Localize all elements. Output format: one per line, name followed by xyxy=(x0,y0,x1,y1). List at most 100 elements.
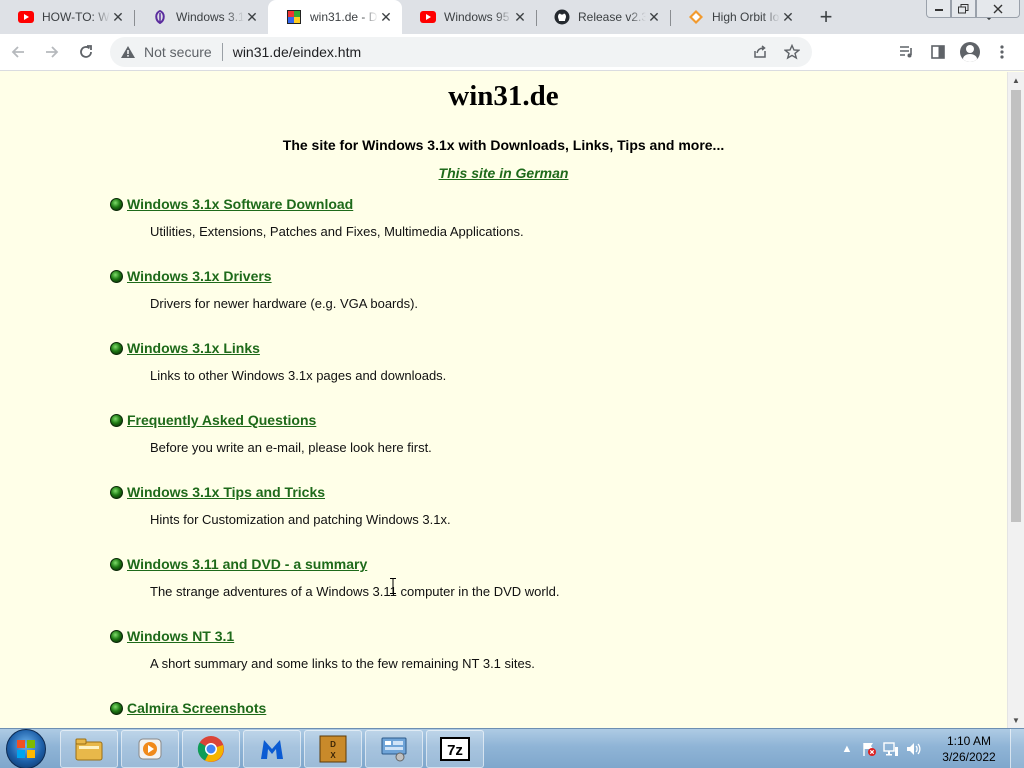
green-ball-bullet-icon xyxy=(110,485,123,499)
entry-link[interactable]: Windows 3.1x Tips and Tricks xyxy=(127,484,325,500)
tab-high-orbit[interactable]: High Orbit Io ✕ xyxy=(670,0,804,34)
list-item: Windows 3.11 and DVD - a summary The str… xyxy=(110,556,559,628)
start-button[interactable] xyxy=(6,728,46,768)
warning-triangle-icon xyxy=(121,46,135,58)
youtube-icon xyxy=(18,9,34,25)
entry-link[interactable]: Windows 3.1x Software Download xyxy=(127,196,353,212)
list-item: Windows NT 3.1 A short summary and some … xyxy=(110,628,535,700)
reload-button[interactable] xyxy=(70,36,102,68)
bookmark-star-icon[interactable] xyxy=(776,37,808,67)
scrollbar-thumb[interactable] xyxy=(1011,90,1021,522)
chrome-icon[interactable] xyxy=(182,729,240,768)
close-icon[interactable]: ✕ xyxy=(110,9,126,25)
profile-avatar-icon[interactable] xyxy=(954,36,986,68)
system-tray: ▲ 1:10 AM 3/26/2022 xyxy=(836,728,1024,768)
tray-expand-icon[interactable]: ▲ xyxy=(836,729,858,768)
omnibox-actions xyxy=(744,37,808,67)
german-site-link[interactable]: This site in German xyxy=(0,165,1007,181)
menu-kebab-icon[interactable] xyxy=(986,36,1018,68)
list-item: Windows 3.1x Drivers Drivers for newer h… xyxy=(110,268,418,340)
share-icon[interactable] xyxy=(744,37,776,67)
vertical-scrollbar[interactable]: ▲ ▼ xyxy=(1007,72,1024,728)
windows-logo-icon xyxy=(17,739,35,758)
entry-link[interactable]: Windows 3.11 and DVD - a summary xyxy=(127,556,367,572)
network-icon[interactable] xyxy=(880,729,902,768)
media-control-icon[interactable] xyxy=(890,36,922,68)
close-icon[interactable]: ✕ xyxy=(512,9,528,25)
entry-link[interactable]: Windows 3.1x Links xyxy=(127,340,260,356)
close-icon[interactable]: ✕ xyxy=(378,9,394,25)
list-item: Windows 3.1x Software Download Utilities… xyxy=(110,196,524,268)
green-ball-bullet-icon xyxy=(110,341,123,355)
tab-title: Windows 3.1 xyxy=(176,10,244,24)
tab-release[interactable]: Release v2.3 ✕ xyxy=(536,0,670,34)
tab-windows31[interactable]: Windows 3.1 ✕ xyxy=(134,0,268,34)
close-icon[interactable]: ✕ xyxy=(646,9,662,25)
dosbox-icon[interactable]: DX xyxy=(304,729,362,768)
side-panel-icon[interactable] xyxy=(922,36,954,68)
entry-description: The strange adventures of a Windows 3.11… xyxy=(150,584,560,599)
arrow-left-icon xyxy=(11,46,24,58)
tab-title: Windows 95 xyxy=(444,10,510,24)
control-panel-icon[interactable] xyxy=(365,729,423,768)
entry-link[interactable]: Windows NT 3.1 xyxy=(127,628,234,644)
youtube-icon xyxy=(420,9,436,25)
clock-time: 1:10 AM xyxy=(946,733,992,748)
malwarebytes-icon[interactable] xyxy=(243,729,301,768)
green-ball-bullet-icon xyxy=(110,701,123,715)
window-controls xyxy=(926,0,1020,18)
green-ball-bullet-icon xyxy=(110,269,123,283)
tab-title: Release v2.3 xyxy=(578,10,646,24)
tab-title: HOW-TO: W xyxy=(42,10,110,24)
list-item: Windows 3.1x Tips and Tricks Hints for C… xyxy=(110,484,451,556)
taskbar: DX 7z ▲ 1:10 AM 3/26/2022 xyxy=(0,728,1024,768)
tab-howto[interactable]: HOW-TO: W ✕ xyxy=(0,0,134,34)
scroll-up-icon[interactable]: ▲ xyxy=(1008,72,1024,88)
entry-description: Drivers for newer hardware (e.g. VGA boa… xyxy=(150,296,419,311)
page-title: win31.de xyxy=(448,80,559,112)
svg-text:X: X xyxy=(330,751,336,760)
win31-flag-icon xyxy=(286,9,302,25)
new-tab-button[interactable]: + xyxy=(808,0,844,34)
list-item: Calmira Screenshots xyxy=(110,700,367,728)
file-explorer-icon[interactable] xyxy=(60,729,118,768)
url-text[interactable]: win31.de/eindex.htm xyxy=(233,44,361,60)
list-item: Windows 3.1x Links Links to other Window… xyxy=(110,340,446,412)
tab-windows95[interactable]: Windows 95 ✕ xyxy=(402,0,536,34)
action-center-flag-icon[interactable] xyxy=(858,729,880,768)
restore-button[interactable] xyxy=(951,0,976,18)
show-desktop-button[interactable] xyxy=(1010,728,1024,768)
security-chip[interactable]: Not secure xyxy=(120,44,212,60)
divider xyxy=(221,43,223,61)
7zip-icon[interactable]: 7z xyxy=(426,729,484,768)
feather-icon xyxy=(152,9,168,25)
scroll-down-icon[interactable]: ▼ xyxy=(1008,712,1024,728)
close-window-button[interactable] xyxy=(976,0,1020,18)
media-player-icon[interactable] xyxy=(121,729,179,768)
address-bar[interactable]: Not secure win31.de/eindex.htm xyxy=(110,37,812,67)
green-ball-bullet-icon xyxy=(110,629,123,643)
close-icon[interactable]: ✕ xyxy=(780,9,796,25)
back-button[interactable] xyxy=(2,36,34,68)
diamond-icon xyxy=(688,9,704,25)
system-clock[interactable]: 1:10 AM 3/26/2022 xyxy=(932,733,1006,765)
entry-link[interactable]: Frequently Asked Questions xyxy=(127,412,316,428)
clock-date: 3/26/2022 xyxy=(942,749,996,764)
green-ball-bullet-icon xyxy=(110,557,123,571)
browser-toolbar: Not secure win31.de/eindex.htm xyxy=(0,34,1024,71)
entry-list: Windows 3.1x Software Download Utilities… xyxy=(110,196,559,728)
entry-description: Links to other Windows 3.1x pages and do… xyxy=(150,368,447,383)
entry-description: Before you write an e-mail, please look … xyxy=(150,440,432,455)
minimize-button[interactable] xyxy=(926,0,951,18)
tab-win31de[interactable]: win31.de - D ✕ xyxy=(268,0,402,34)
green-ball-bullet-icon xyxy=(110,197,123,211)
page-tagline: The site for Windows 3.1x with Downloads… xyxy=(282,137,725,153)
entry-link[interactable]: Windows 3.1x Drivers xyxy=(127,268,272,284)
close-icon[interactable]: ✕ xyxy=(244,9,260,25)
volume-icon[interactable] xyxy=(902,729,924,768)
forward-button[interactable] xyxy=(36,36,68,68)
text-cursor-icon xyxy=(390,578,396,594)
avatar xyxy=(960,42,980,62)
reload-icon xyxy=(80,45,92,58)
entry-link[interactable]: Calmira Screenshots xyxy=(127,700,266,716)
